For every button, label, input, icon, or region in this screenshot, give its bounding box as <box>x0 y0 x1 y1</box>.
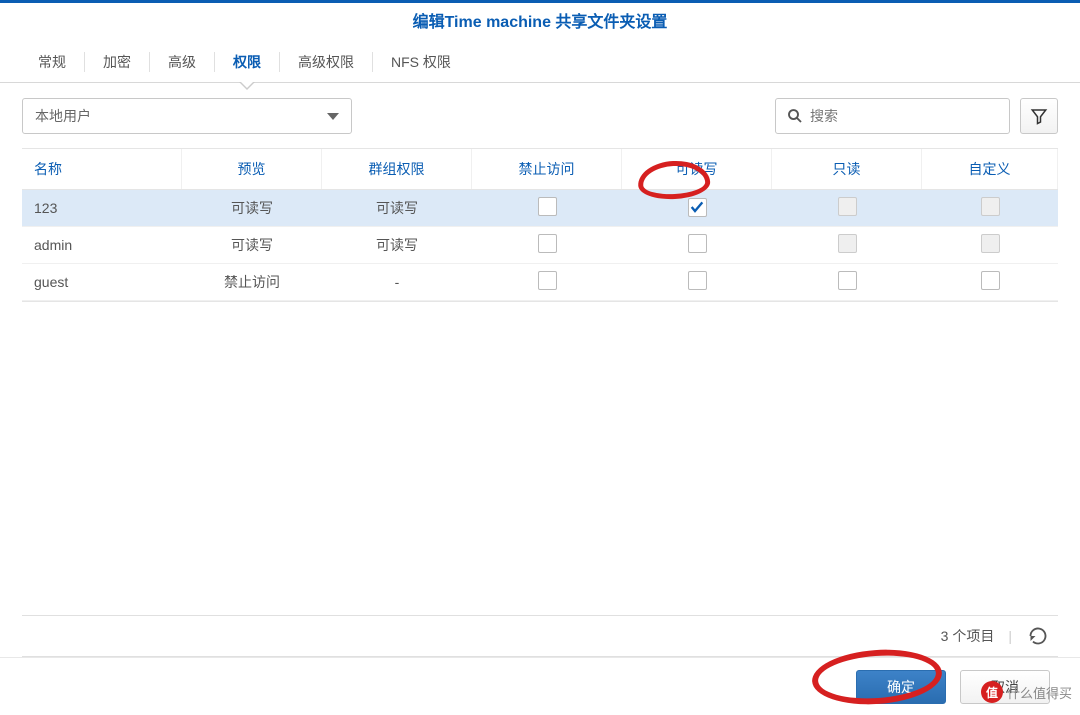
cell-preview: 禁止访问 <box>182 266 322 298</box>
checkbox-deny[interactable] <box>538 234 557 253</box>
checkbox-custom[interactable] <box>981 197 1000 216</box>
cell-group: 可读写 <box>322 192 472 224</box>
item-count: 3 个项目 <box>941 626 995 646</box>
checkbox-custom[interactable] <box>981 271 1000 290</box>
checkbox-ro[interactable] <box>838 197 857 216</box>
tab-permissions[interactable]: 权限 <box>215 42 279 82</box>
cell-name: admin <box>22 231 182 259</box>
dialog-title: 编辑Time machine 共享文件夹设置 <box>413 14 668 31</box>
permissions-grid: 名称 预览 群组权限 禁止访问 可读写 只读 自定义 123 可读写 可读写 a… <box>22 148 1058 302</box>
checkbox-deny[interactable] <box>538 197 557 216</box>
checkbox-rw[interactable] <box>688 234 707 253</box>
cell-preview: 可读写 <box>182 229 322 261</box>
chevron-down-icon <box>327 113 339 120</box>
table-row[interactable]: guest 禁止访问 - <box>22 264 1058 301</box>
dialog-footer: 确定 取消 <box>0 657 1080 715</box>
title-bar: 编辑Time machine 共享文件夹设置 <box>0 3 1080 42</box>
cell-name: 123 <box>22 194 182 222</box>
col-header-rw[interactable]: 可读写 <box>622 149 772 189</box>
cell-group: - <box>322 268 472 296</box>
tab-nfs-permissions[interactable]: NFS 权限 <box>373 42 469 82</box>
col-header-group[interactable]: 群组权限 <box>322 149 472 189</box>
search-icon <box>786 107 804 125</box>
table-row[interactable]: 123 可读写 可读写 <box>22 190 1058 227</box>
grid-header: 名称 预览 群组权限 禁止访问 可读写 只读 自定义 <box>22 149 1058 190</box>
cell-group: 可读写 <box>322 229 472 261</box>
checkbox-custom[interactable] <box>981 234 1000 253</box>
toolbar: 本地用户 <box>0 98 1080 148</box>
status-bar: 3 个项目 | <box>22 615 1058 657</box>
cell-name: guest <box>22 268 182 296</box>
col-header-ro[interactable]: 只读 <box>772 149 922 189</box>
ok-button[interactable]: 确定 <box>856 670 946 704</box>
col-header-custom[interactable]: 自定义 <box>922 149 1058 189</box>
checkbox-ro[interactable] <box>838 271 857 290</box>
tabs: 常规 加密 高级 权限 高级权限 NFS 权限 <box>0 42 1080 83</box>
user-type-value: 本地用户 <box>35 106 91 126</box>
cancel-button[interactable]: 取消 <box>960 670 1050 704</box>
tab-encryption[interactable]: 加密 <box>85 42 149 82</box>
checkbox-rw[interactable] <box>688 271 707 290</box>
refresh-button[interactable] <box>1026 624 1050 648</box>
cell-preview: 可读写 <box>182 192 322 224</box>
tab-advanced[interactable]: 高级 <box>150 42 214 82</box>
checkbox-rw[interactable] <box>688 198 707 217</box>
tab-general[interactable]: 常规 <box>20 42 84 82</box>
table-row[interactable]: admin 可读写 可读写 <box>22 227 1058 264</box>
checkbox-ro[interactable] <box>838 234 857 253</box>
refresh-icon <box>1028 626 1048 646</box>
col-header-preview[interactable]: 预览 <box>182 149 322 189</box>
user-type-select[interactable]: 本地用户 <box>22 98 352 134</box>
tab-advanced-permissions[interactable]: 高级权限 <box>280 42 372 82</box>
col-header-deny[interactable]: 禁止访问 <box>472 149 622 189</box>
col-header-name[interactable]: 名称 <box>22 149 182 189</box>
checkbox-deny[interactable] <box>538 271 557 290</box>
funnel-icon <box>1030 107 1048 125</box>
search-box[interactable] <box>775 98 1010 134</box>
search-input[interactable] <box>804 108 1003 124</box>
filter-button[interactable] <box>1020 98 1058 134</box>
